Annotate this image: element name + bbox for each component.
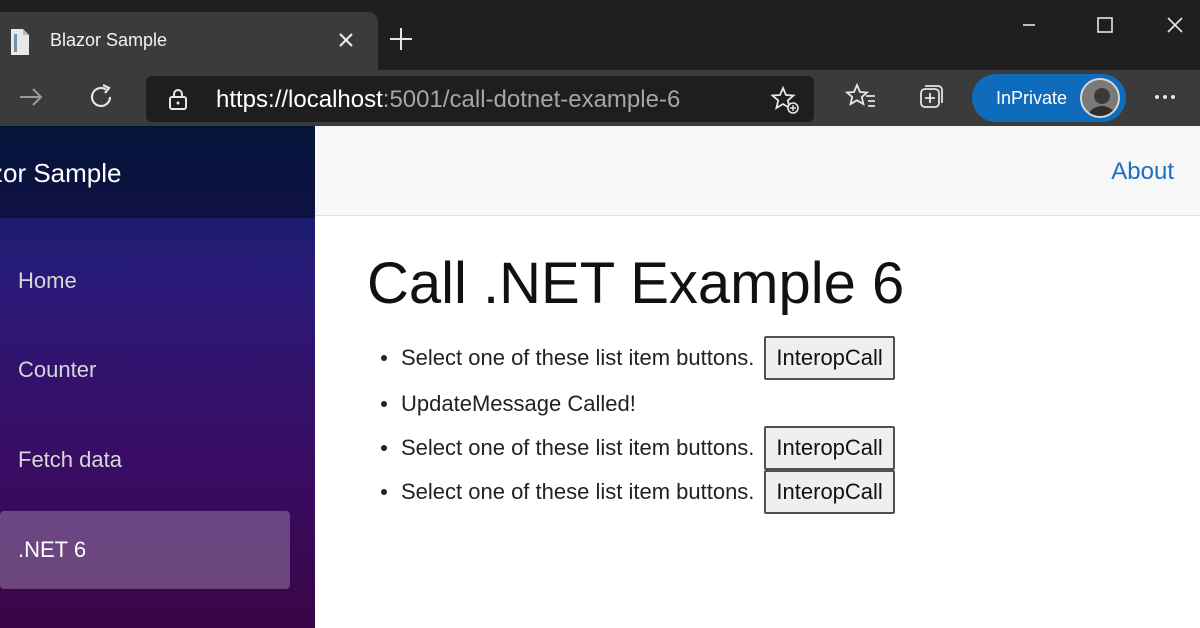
inprivate-button[interactable]: InPrivate <box>972 74 1126 122</box>
sidebar-item-label: Fetch data <box>18 447 122 472</box>
page-title: Call .NET Example 6 <box>367 251 905 316</box>
address-bar[interactable]: https://localhost:5001/call-dotnet-examp… <box>146 76 814 122</box>
lock-icon[interactable] <box>166 87 190 111</box>
more-icon[interactable] <box>1150 82 1180 112</box>
list-item: Select one of these list item buttons. I… <box>381 470 895 514</box>
refresh-icon[interactable] <box>84 80 118 114</box>
browser-toolbar: https://localhost:5001/call-dotnet-examp… <box>0 70 1200 126</box>
bullet-icon <box>381 445 387 451</box>
list-item: UpdateMessage Called! <box>381 382 895 426</box>
interop-call-button[interactable]: InteropCall <box>764 426 895 470</box>
minimize-icon[interactable] <box>1014 10 1044 40</box>
url-path: :5001/call-dotnet-example-6 <box>382 86 681 113</box>
collections-icon[interactable] <box>914 80 948 114</box>
browser-tab[interactable]: Blazor Sample <box>0 12 378 70</box>
about-link[interactable]: About <box>1111 158 1174 186</box>
plus-icon[interactable] <box>386 24 416 54</box>
favorites-icon[interactable] <box>844 80 878 114</box>
url-host: localhost <box>288 86 383 113</box>
profile-icon <box>1082 80 1118 116</box>
sidebar-item-net6[interactable]: .NET 6 <box>0 511 290 589</box>
list-item-text: UpdateMessage Called! <box>401 391 636 416</box>
list-item-text: Select one of these list item buttons. <box>401 435 755 460</box>
main-content: Call .NET Example 6 Select one of these … <box>315 216 1200 628</box>
list-item-text: Select one of these list item buttons. <box>401 345 755 370</box>
list-item: Select one of these list item buttons. I… <box>381 334 895 382</box>
close-icon[interactable] <box>336 30 356 50</box>
maximize-icon[interactable] <box>1090 10 1120 40</box>
window-close-icon[interactable] <box>1160 10 1190 40</box>
sidebar-item-label: Counter <box>18 357 97 382</box>
bullet-icon <box>381 489 387 495</box>
url-scheme: https:// <box>216 86 289 113</box>
browser-tab-strip: Blazor Sample <box>0 0 1200 70</box>
sidebar-item-label: Home <box>18 268 77 293</box>
list-item-text: Select one of these list item buttons. <box>401 479 755 504</box>
sidebar-item-counter[interactable]: Counter <box>0 331 290 409</box>
tab-title: Blazor Sample <box>50 30 168 50</box>
bullet-icon <box>381 355 387 361</box>
brand-link[interactable]: zor Sample <box>0 158 122 188</box>
item-list: Select one of these list item buttons. I… <box>381 334 895 514</box>
sidebar-brand: zor Sample <box>0 126 315 218</box>
bullet-icon <box>381 401 387 407</box>
page-icon <box>11 29 29 55</box>
sidebar-item-home[interactable]: Home <box>0 242 290 320</box>
sidebar-item-label: .NET 6 <box>18 537 87 562</box>
inprivate-label: InPrivate <box>996 88 1068 108</box>
avatar <box>1080 78 1120 118</box>
star-add-icon[interactable] <box>770 85 800 115</box>
interop-call-button[interactable]: InteropCall <box>764 336 895 380</box>
top-row: About <box>315 126 1200 216</box>
sidebar-item-fetch-data[interactable]: Fetch data <box>0 421 290 499</box>
list-item: Select one of these list item buttons. I… <box>381 426 895 470</box>
sidebar: zor Sample Home Counter Fetch data .NET … <box>0 126 315 628</box>
url-text[interactable]: https://localhost:5001/call-dotnet-examp… <box>216 86 680 114</box>
forward-arrow-icon[interactable] <box>14 80 48 114</box>
interop-call-button[interactable]: InteropCall <box>764 470 895 514</box>
